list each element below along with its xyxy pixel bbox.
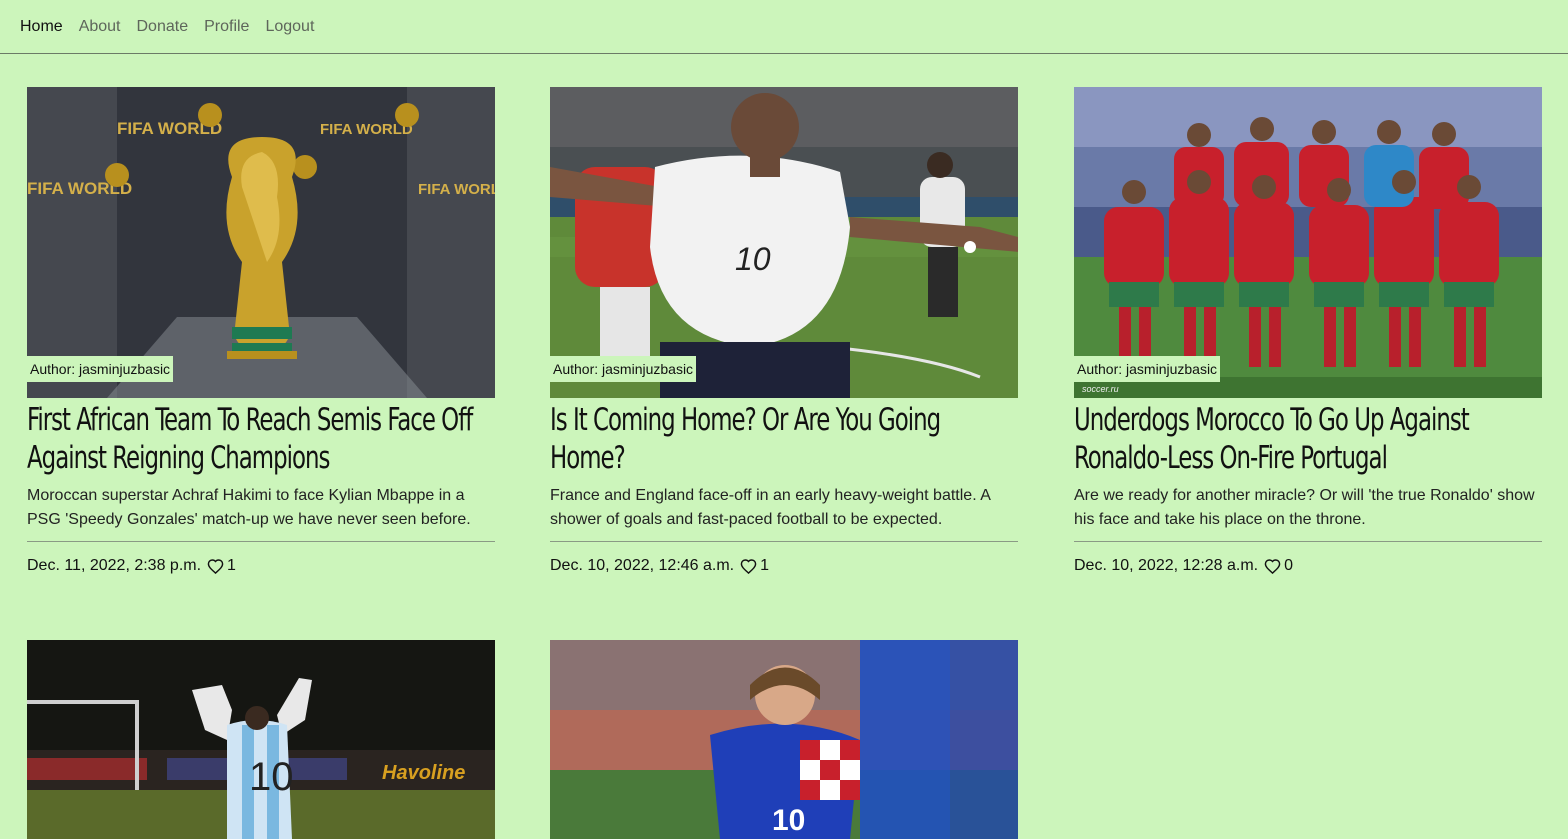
post-image-argentina[interactable]: Havoline 10 [27, 640, 495, 839]
like-count: 0 [1284, 557, 1294, 574]
nav-about-link[interactable]: About [79, 18, 121, 36]
heart-icon[interactable] [740, 558, 757, 574]
svg-text:10: 10 [249, 755, 294, 799]
post-description: Are we ready for another miracle? Or wil… [1074, 487, 1535, 528]
post-card: 10 Author: jasminjuzbasic Is It Coming H… [550, 87, 1018, 575]
post-card: Havoline 10 [27, 640, 495, 839]
post-description: France and England face-off in an early … [550, 487, 990, 528]
card-divider [550, 541, 1018, 542]
svg-text:Havoline: Havoline [382, 762, 465, 784]
nav-logout-link[interactable]: Logout [265, 18, 314, 36]
post-image-croatia[interactable]: 10 [550, 640, 1018, 839]
svg-text:10: 10 [735, 241, 771, 277]
post-date: Dec. 11, 2022, 2:38 p.m. [27, 557, 202, 574]
nav-profile-link[interactable]: Profile [204, 18, 249, 36]
post-image-trophy[interactable]: FIFA WORLD FIFA WORLD FIFA WORLD FIFA WO… [27, 87, 495, 398]
author-tag: Author: jasminjuzbasic [550, 356, 697, 382]
post-meta: Dec. 11, 2022, 2:38 p.m. 1 [27, 557, 495, 575]
post-title[interactable]: Is It Coming Home? Or Are You Going Home… [550, 401, 1017, 477]
nav-donate-link[interactable]: Donate [137, 18, 189, 36]
post-image-morocco[interactable]: soccer.ru Author: jasminjuzbasic [1074, 87, 1542, 398]
post-title[interactable]: First African Team To Reach Semis Face O… [27, 401, 494, 477]
post-date: Dec. 10, 2022, 12:28 a.m. [1074, 557, 1259, 574]
like-count: 1 [227, 557, 236, 574]
top-navbar: Home About Donate Profile Logout [0, 0, 1568, 54]
post-meta: Dec. 10, 2022, 12:46 a.m. 1 [550, 557, 1018, 575]
like-count: 1 [760, 557, 770, 574]
post-card: FIFA WORLD FIFA WORLD FIFA WORLD FIFA WO… [27, 87, 495, 575]
svg-text:soccer.ru: soccer.ru [1082, 384, 1119, 394]
post-card: soccer.ru Author: jasminjuzbasic Underdo… [1074, 87, 1542, 575]
card-divider [27, 541, 495, 542]
author-tag: Author: jasminjuzbasic [1074, 356, 1221, 382]
nav-home-link[interactable]: Home [20, 18, 63, 36]
post-title[interactable]: Underdogs Morocco To Go Up Against Ronal… [1074, 401, 1541, 477]
post-meta: Dec. 10, 2022, 12:28 a.m. 0 [1074, 557, 1542, 575]
svg-text:FIFA WORLD: FIFA WORLD [418, 181, 495, 198]
svg-text:10: 10 [772, 804, 805, 837]
post-image-france[interactable]: 10 Author: jasminjuzbasic [550, 87, 1018, 398]
author-tag: Author: jasminjuzbasic [27, 356, 174, 382]
post-description: Moroccan superstar Achraf Hakimi to face… [27, 487, 471, 528]
post-card: 10 [550, 640, 1018, 839]
card-divider [1074, 541, 1542, 542]
heart-icon[interactable] [1264, 558, 1281, 574]
heart-icon[interactable] [207, 558, 224, 574]
post-date: Dec. 10, 2022, 12:46 a.m. [550, 557, 735, 574]
